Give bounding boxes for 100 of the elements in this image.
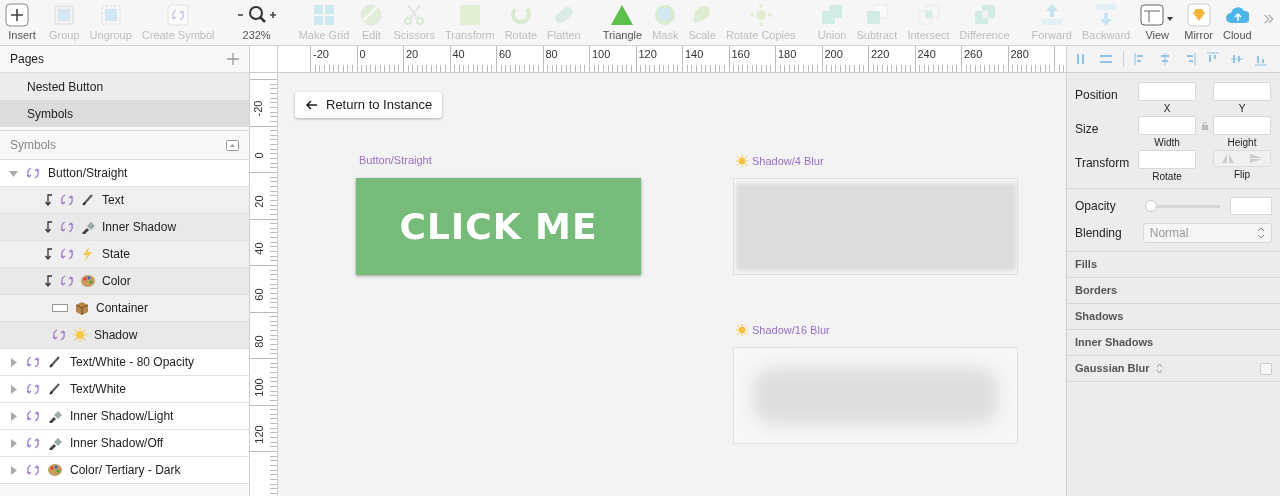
flip-control[interactable] bbox=[1213, 150, 1271, 167]
ruler-label: 120 bbox=[638, 49, 657, 60]
layer-name: Button/Straight bbox=[48, 165, 128, 182]
field-caption: Width bbox=[1154, 138, 1180, 148]
bolt-icon bbox=[81, 247, 95, 261]
symbol-icon bbox=[60, 220, 74, 234]
symbol-icon bbox=[60, 247, 74, 261]
toolbar-button[interactable]: Mirror bbox=[1181, 3, 1216, 41]
number-field[interactable] bbox=[1213, 116, 1271, 135]
pen-icon bbox=[48, 382, 62, 396]
ruler-label: 80 bbox=[253, 334, 265, 348]
ruler-label: 200 bbox=[824, 49, 843, 60]
symbol-icon bbox=[60, 274, 74, 288]
layer-row[interactable]: Inner Shadow/Off bbox=[0, 430, 249, 457]
ruler-label: 220 bbox=[871, 49, 890, 60]
add-icon bbox=[227, 53, 239, 65]
layer-row[interactable]: Text bbox=[0, 187, 249, 214]
section-header[interactable]: Gaussian Blur bbox=[1075, 360, 1150, 377]
field-label: Opacity bbox=[1075, 198, 1117, 215]
section-header[interactable]: Fills bbox=[1075, 256, 1097, 273]
number-field[interactable] bbox=[1138, 82, 1196, 101]
ruler-label: 180 bbox=[778, 49, 797, 60]
layer-row[interactable]: Inner Shadow bbox=[0, 214, 249, 241]
page-item[interactable]: Nested Button bbox=[0, 73, 249, 100]
panel-title: Pages bbox=[10, 51, 45, 68]
layer-row[interactable]: Shadow bbox=[0, 322, 249, 349]
opacity-field[interactable] bbox=[1230, 197, 1272, 215]
layer-name: State bbox=[102, 246, 131, 263]
artboard-title: Shadow/4 Blur bbox=[752, 155, 824, 167]
artboard-title: Button/Straight bbox=[359, 155, 432, 166]
layer-row[interactable]: Container bbox=[0, 295, 249, 322]
checkbox[interactable] bbox=[1260, 362, 1272, 375]
pen-icon bbox=[48, 355, 62, 369]
symbol-icon bbox=[26, 463, 40, 477]
page-item[interactable]: Symbols bbox=[0, 100, 249, 127]
ruler-label: 120 bbox=[253, 424, 265, 444]
align-icon[interactable] bbox=[1099, 52, 1113, 66]
ruler-label: 260 bbox=[964, 49, 983, 60]
ruler-label: 160 bbox=[731, 49, 750, 60]
layer-name: Inner Shadow/Off bbox=[70, 435, 164, 452]
section-header[interactable]: Inner Shadows bbox=[1075, 334, 1154, 351]
layer-name: Container bbox=[96, 300, 149, 317]
field-label: Size bbox=[1075, 121, 1100, 138]
palette-icon bbox=[48, 463, 62, 477]
sun-icon bbox=[736, 155, 748, 167]
opacity-slider[interactable] bbox=[1144, 200, 1220, 212]
toolbar-button[interactable]: View bbox=[1137, 3, 1178, 41]
section-header[interactable]: Borders bbox=[1075, 282, 1118, 299]
edit-icon bbox=[359, 3, 384, 27]
layer-name: Text bbox=[102, 192, 124, 209]
layer-row[interactable]: Button/Straight bbox=[0, 160, 249, 187]
align-icon[interactable] bbox=[1158, 52, 1172, 66]
collapse-icon bbox=[226, 139, 239, 151]
toolbar-button[interactable]: Triangle bbox=[599, 3, 646, 41]
slider-thumb[interactable] bbox=[1144, 200, 1157, 212]
layer-row[interactable]: Text/White bbox=[0, 376, 249, 403]
section-header[interactable]: Shadows bbox=[1075, 308, 1124, 325]
layer-name: Color/ Tertiary - Dark bbox=[70, 462, 181, 479]
toolbar-button[interactable]: Cloud bbox=[1219, 3, 1255, 41]
return-button[interactable]: Return to Instance bbox=[295, 92, 443, 118]
layer-row[interactable]: State bbox=[0, 241, 249, 268]
layer-name: Inner Shadow bbox=[102, 219, 177, 236]
number-field[interactable] bbox=[1138, 150, 1196, 169]
align-icon[interactable] bbox=[1230, 52, 1244, 66]
box-icon bbox=[75, 301, 89, 315]
flashlight-icon bbox=[48, 409, 62, 423]
field-label: Position bbox=[1075, 87, 1119, 104]
scissors-icon bbox=[402, 3, 427, 27]
flashlight-icon bbox=[48, 436, 62, 450]
ruler-label: 140 bbox=[685, 49, 704, 60]
layer-row[interactable]: Inner Shadow/Light bbox=[0, 403, 249, 430]
layer-name: Text/White bbox=[70, 381, 126, 398]
field-label: Transform bbox=[1075, 155, 1131, 172]
ruler-label: 80 bbox=[545, 49, 558, 60]
forward-icon bbox=[1039, 3, 1064, 27]
chevron-icon bbox=[1262, 13, 1274, 25]
toolbar-button[interactable]: 232% bbox=[233, 3, 280, 41]
symbol-icon bbox=[166, 3, 191, 27]
field-caption: Y bbox=[1238, 104, 1246, 114]
ruler-label: 0 bbox=[253, 151, 265, 159]
ruler-label: -20 bbox=[313, 49, 329, 60]
layer-row[interactable]: Color bbox=[0, 268, 249, 295]
transform-icon bbox=[457, 3, 482, 27]
field-caption: X bbox=[1163, 104, 1171, 114]
updown-icon bbox=[1257, 227, 1265, 239]
field-caption: Rotate bbox=[1152, 172, 1182, 182]
ruler-label: 0 bbox=[359, 49, 366, 60]
mask-icon bbox=[653, 3, 678, 27]
arrow-left-icon bbox=[305, 100, 317, 110]
symbol-icon bbox=[26, 409, 40, 423]
number-field[interactable] bbox=[1213, 82, 1271, 101]
symbol-icon bbox=[26, 166, 40, 180]
layer-row[interactable]: Text/White - 80 Opacity bbox=[0, 349, 249, 376]
layer-row[interactable]: Color/ Tertiary - Dark bbox=[0, 457, 249, 484]
section-title: Symbols bbox=[10, 137, 56, 154]
number-field[interactable] bbox=[1138, 116, 1196, 135]
lock-icon bbox=[1201, 121, 1208, 130]
toolbar-button[interactable]: Insert bbox=[2, 3, 42, 41]
field-caption: Height bbox=[1227, 138, 1257, 148]
ruler-label: -20 bbox=[253, 100, 265, 117]
